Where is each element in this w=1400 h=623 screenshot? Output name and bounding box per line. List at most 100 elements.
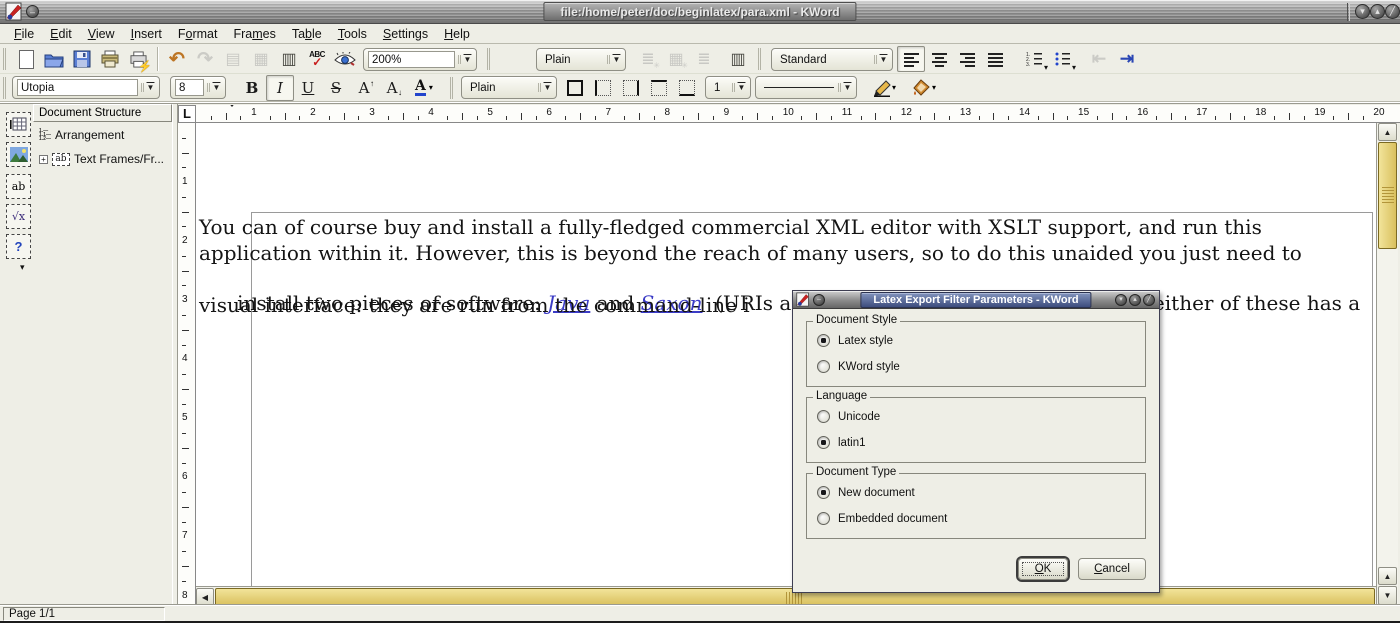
kword-app-icon[interactable] bbox=[5, 2, 23, 21]
zoom-value[interactable]: 200% bbox=[368, 51, 455, 68]
background-color-button[interactable]: ▾ bbox=[905, 75, 943, 101]
menu-edit[interactable]: Edit bbox=[42, 25, 80, 43]
dialog-titlebar[interactable]: – Latex Export Filter Parameters - KWord… bbox=[793, 291, 1159, 309]
decrease-indent-button[interactable]: ⇤ bbox=[1085, 46, 1113, 72]
combo-arrow-icon[interactable]: ▼ bbox=[538, 83, 554, 92]
tree-expander-icon[interactable]: + bbox=[39, 155, 48, 164]
scroll-left-button[interactable]: ◀ bbox=[196, 588, 214, 606]
superscript-button[interactable]: A ↑ bbox=[350, 75, 378, 101]
edit-frame-button-2[interactable]: ▦ bbox=[247, 46, 275, 72]
align-justify-button[interactable] bbox=[981, 46, 1009, 72]
border-style-combobox[interactable]: ▼ bbox=[755, 76, 857, 99]
document-page[interactable]: You can of course buy and install a full… bbox=[196, 123, 1376, 586]
menu-view[interactable]: View bbox=[80, 25, 123, 43]
redo-button[interactable]: ↷ bbox=[191, 46, 219, 72]
undo-button[interactable]: ↶ bbox=[163, 46, 191, 72]
toolbar-handle[interactable] bbox=[758, 48, 763, 70]
frame-style-combobox[interactable]: Plain ▼ bbox=[461, 76, 557, 99]
print-button[interactable] bbox=[96, 46, 124, 72]
font-family-value[interactable]: Utopia bbox=[17, 79, 138, 96]
maximize-button[interactable]: ▴ bbox=[1370, 4, 1385, 19]
radio-icon[interactable] bbox=[817, 512, 830, 525]
horizontal-scrollbar[interactable]: ◀ bbox=[196, 586, 1376, 606]
frame-borders-button[interactable]: ▥ bbox=[275, 46, 303, 72]
style-value[interactable]: Plain bbox=[541, 51, 604, 68]
open-button[interactable] bbox=[40, 46, 68, 72]
border-bottom-button[interactable] bbox=[673, 75, 701, 101]
toolbar-handle[interactable] bbox=[3, 77, 8, 99]
tree-item-arrangement[interactable]: 1.—1.1—1.2— Arrangement bbox=[39, 128, 124, 142]
zoom-combobox[interactable]: 200% ▼ bbox=[363, 48, 477, 71]
style-combobox[interactable]: Plain ▼ bbox=[536, 48, 626, 71]
combo-arrow-icon[interactable]: ▼ bbox=[838, 83, 854, 92]
dialog-maximize-button[interactable]: ▴ bbox=[1129, 294, 1141, 306]
border-outline-button[interactable] bbox=[561, 75, 589, 101]
insert-object-button[interactable]: ? bbox=[6, 234, 31, 259]
font-size-value[interactable]: 8 bbox=[175, 79, 204, 96]
cancel-button[interactable]: Cancel bbox=[1078, 558, 1146, 580]
align-center-button[interactable] bbox=[925, 46, 953, 72]
insert-picture-button[interactable] bbox=[6, 142, 31, 167]
menu-tools[interactable]: Tools bbox=[330, 25, 375, 43]
edit-frame-button-1[interactable]: ▤ bbox=[219, 46, 247, 72]
menu-frames[interactable]: Frames bbox=[225, 25, 283, 43]
border-left-button[interactable] bbox=[589, 75, 617, 101]
menu-format[interactable]: Format bbox=[170, 25, 226, 43]
italic-button[interactable]: I bbox=[266, 75, 294, 101]
numbered-list-button[interactable]: 1. 2. 3. ▾ bbox=[1021, 46, 1049, 72]
underline-button[interactable]: U bbox=[294, 75, 322, 101]
tree-item-label[interactable]: Arrangement bbox=[55, 128, 124, 142]
ruler-corner-tab-selector[interactable]: L bbox=[178, 105, 196, 123]
radio-new-document[interactable]: New document bbox=[817, 486, 915, 499]
vertical-scrollbar-thumb[interactable] bbox=[1378, 142, 1397, 249]
align-right-button[interactable] bbox=[953, 46, 981, 72]
save-button[interactable] bbox=[68, 46, 96, 72]
indent-marker[interactable] bbox=[227, 107, 247, 123]
combo-arrow-icon[interactable]: ▼ bbox=[732, 83, 748, 92]
radio-icon[interactable] bbox=[817, 486, 830, 499]
columns-button[interactable]: ▥ bbox=[724, 46, 752, 72]
frame-style-value[interactable]: Plain bbox=[466, 79, 535, 96]
radio-icon[interactable] bbox=[817, 360, 830, 373]
latex-export-dialog[interactable]: – Latex Export Filter Parameters - KWord… bbox=[792, 290, 1160, 593]
insert-text-frame-button[interactable]: ab bbox=[6, 174, 31, 199]
radio-icon[interactable] bbox=[817, 334, 830, 347]
radio-icon[interactable] bbox=[817, 410, 830, 423]
radio-unicode[interactable]: Unicode bbox=[817, 410, 880, 423]
combo-arrow-icon[interactable]: ▼ bbox=[874, 55, 890, 64]
toolbar-handle[interactable] bbox=[450, 77, 455, 99]
style-manager-button[interactable]: ≣ bbox=[690, 46, 718, 72]
scroll-up-button-bottom[interactable]: ▲ bbox=[1378, 567, 1397, 585]
minimize-button[interactable]: ▾ bbox=[1355, 4, 1370, 19]
paragraph-style-combobox[interactable]: Standard ▼ bbox=[771, 48, 893, 71]
radio-latin1[interactable]: latin1 bbox=[817, 436, 866, 449]
combo-arrow-icon[interactable]: ▼ bbox=[607, 55, 623, 64]
autocorrect-button[interactable] bbox=[331, 46, 359, 72]
border-width-value[interactable]: 1 bbox=[710, 79, 729, 96]
radio-embedded-document[interactable]: Embedded document bbox=[817, 512, 947, 525]
radio-kword-style[interactable]: KWord style bbox=[817, 360, 900, 373]
paragraph-style-value[interactable]: Standard bbox=[776, 51, 871, 68]
combo-arrow-icon[interactable]: ▼ bbox=[458, 55, 474, 64]
new-document-button[interactable] bbox=[12, 46, 40, 72]
increase-indent-button[interactable]: ⇥ bbox=[1113, 46, 1141, 72]
dialog-minimize-button[interactable]: ▾ bbox=[1115, 294, 1127, 306]
tree-item-label[interactable]: Text Frames/Fr... bbox=[74, 152, 164, 166]
border-color-button[interactable]: ▾ bbox=[865, 75, 903, 101]
scroll-down-button[interactable]: ▼ bbox=[1378, 586, 1397, 605]
border-width-combobox[interactable]: 1 ▼ bbox=[705, 76, 751, 99]
menu-insert[interactable]: Insert bbox=[123, 25, 170, 43]
radio-latex-style[interactable]: Latex style bbox=[817, 334, 893, 347]
dialog-close-button[interactable]: ╱ bbox=[1143, 294, 1155, 306]
tree-item-text-frames[interactable]: + ab Text Frames/Fr... bbox=[39, 152, 164, 166]
menu-file[interactable]: File bbox=[6, 25, 42, 43]
bullet-list-button[interactable]: ▾ bbox=[1049, 46, 1077, 72]
window-menu-button[interactable]: – bbox=[26, 5, 39, 18]
close-button[interactable]: ╱ bbox=[1385, 4, 1400, 19]
update-style-button[interactable]: ▦ ✳ bbox=[662, 46, 690, 72]
border-style-value[interactable] bbox=[760, 79, 835, 96]
vertical-scrollbar[interactable]: ▲ ▲ ▼ bbox=[1376, 123, 1398, 606]
strikethrough-button[interactable]: S bbox=[322, 75, 350, 101]
combo-arrow-icon[interactable]: ▼ bbox=[207, 83, 223, 92]
bold-button[interactable]: B bbox=[238, 75, 266, 101]
